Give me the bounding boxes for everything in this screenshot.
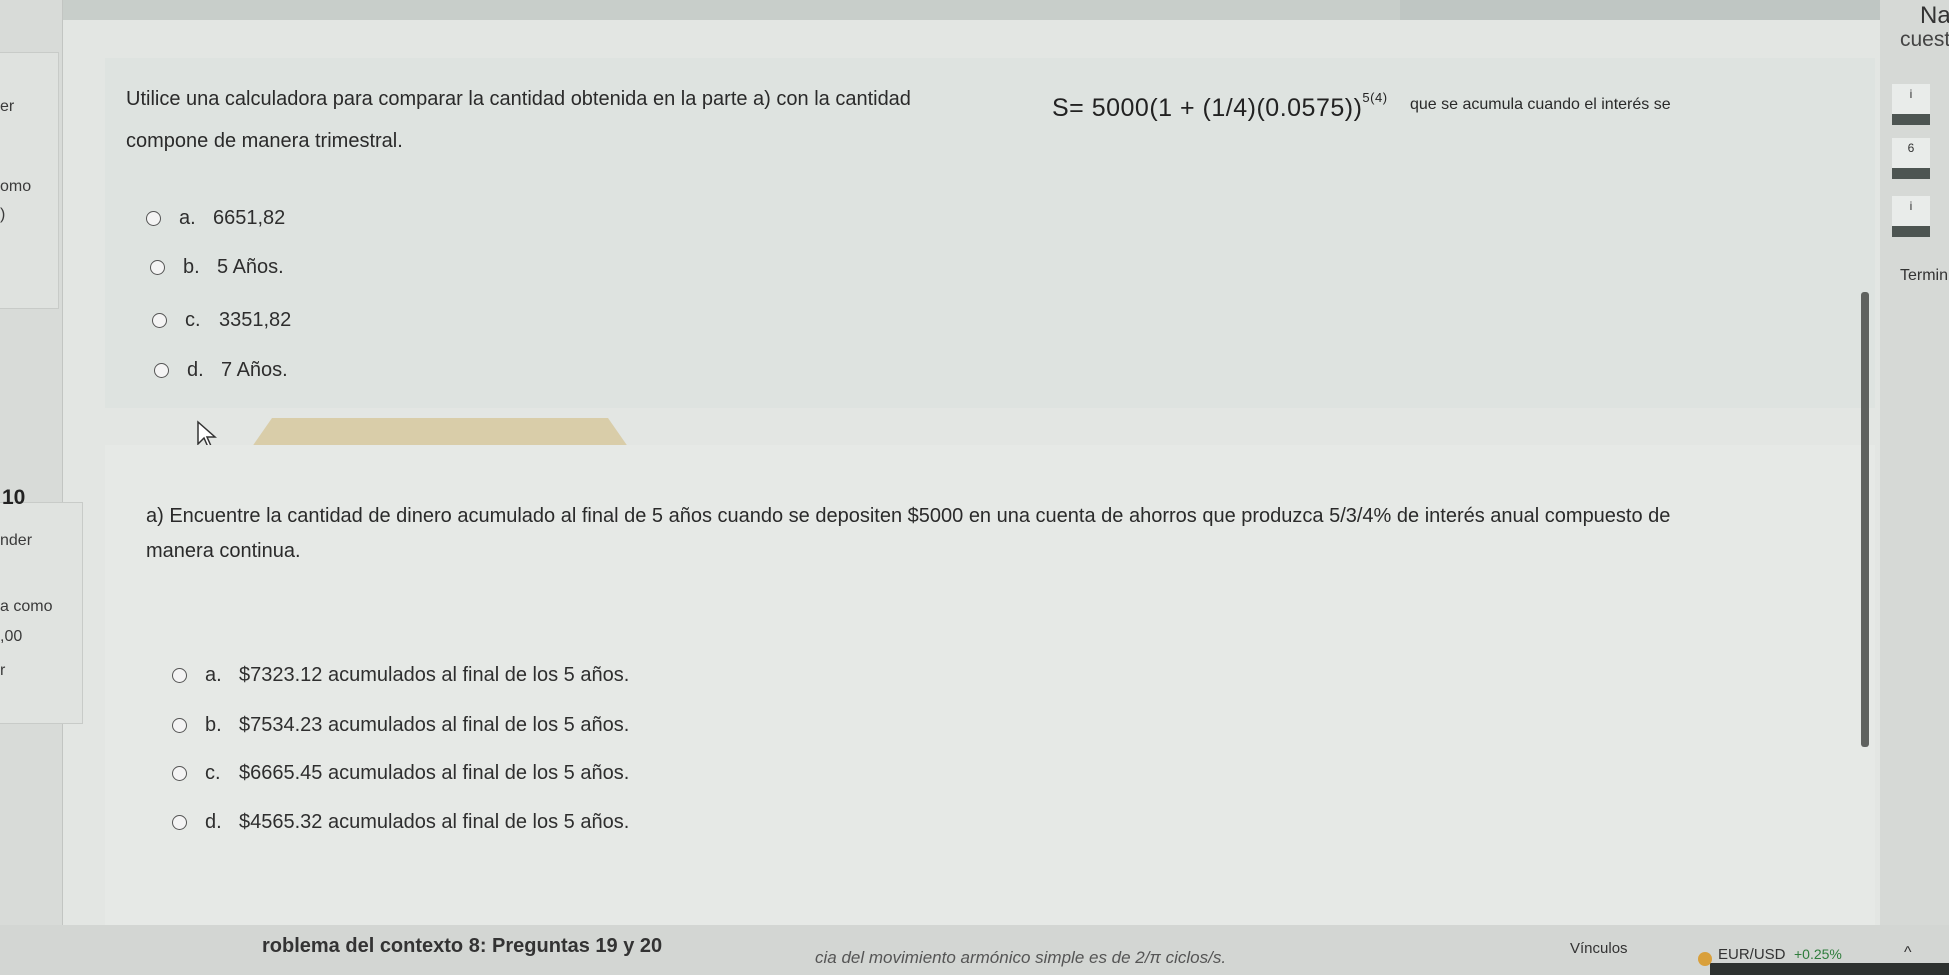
q9-option-d[interactable]: d. 7 Años. (154, 359, 288, 382)
option-text: 6651,82 (213, 207, 286, 229)
taskbar-dark-strip (1710, 963, 1949, 975)
chevron-up-icon[interactable]: ^ (1904, 944, 1912, 962)
q9-option-c[interactable]: c. 3351,82 (152, 309, 291, 332)
radio-button[interactable] (172, 815, 187, 830)
formula-exponent: 5(4) (1362, 90, 1388, 105)
q9-prompt-tail: que se acumula cuando el interés se (1410, 96, 1671, 113)
q10-option-d[interactable]: d. $4565.32 acumulados al final de los 5… (172, 811, 629, 834)
question-nav-button[interactable]: i (1892, 196, 1930, 237)
radio-button[interactable] (172, 766, 187, 781)
question-nav-button[interactable]: 6 (1892, 138, 1930, 179)
formula-body: S= 5000(1 + (1/4)(0.0575)) (1052, 94, 1363, 122)
option-text: 3351,82 (219, 309, 292, 331)
option-letter: a. (205, 664, 222, 686)
option-text: 7 Años. (221, 359, 288, 381)
option-text: $6665.45 acumulados al final de los 5 añ… (239, 762, 630, 784)
option-text: 5 Años. (217, 256, 284, 278)
left-fragment-paren: ) (0, 206, 6, 223)
q10-prompt-line1: a) Encuentre la cantidad de dinero acumu… (146, 505, 1671, 527)
radio-button[interactable] (146, 211, 161, 226)
left-fragment-r: r (0, 662, 6, 679)
top-band (0, 0, 1949, 22)
option-letter: d. (187, 359, 204, 381)
option-letter: b. (205, 714, 222, 736)
radio-button[interactable] (152, 313, 167, 328)
radio-button[interactable] (172, 718, 187, 733)
ticker-change: +0.25% (1794, 946, 1842, 962)
problem-context-heading: roblema del contexto 8: Preguntas 19 y 2… (262, 935, 663, 957)
option-letter: d. (205, 811, 222, 833)
radio-button[interactable] (150, 260, 165, 275)
quiz-navigation-title: Na (1920, 2, 1949, 29)
question-nav-button[interactable]: i (1892, 84, 1930, 125)
option-text: $4565.32 acumulados al final de los 5 añ… (239, 811, 630, 833)
radio-button[interactable] (172, 668, 187, 683)
q9-option-b[interactable]: b. 5 Años. (150, 256, 284, 279)
quiz-navigation-subtitle: cuest (1900, 28, 1949, 51)
currency-icon (1698, 952, 1712, 966)
top-strip (0, 0, 1400, 22)
q10-prompt-line2: manera continua. (146, 540, 301, 562)
left-fragment-er: er (0, 98, 15, 115)
option-text: $7534.23 acumulados al final de los 5 añ… (239, 714, 630, 736)
option-letter: b. (183, 256, 200, 278)
q9-prompt-line2: compone de manera trimestral. (126, 130, 403, 152)
left-fragment-00: ,00 (0, 628, 23, 645)
q10-option-c[interactable]: c. $6665.45 acumulados al final de los 5… (172, 762, 629, 785)
radio-button[interactable] (154, 363, 169, 378)
q10-option-a[interactable]: a. $7323.12 acumulados al final de los 5… (172, 664, 629, 687)
left-fragment-como: a como (0, 598, 53, 615)
q10-option-b[interactable]: b. $7534.23 acumulados al final de los 5… (172, 714, 629, 737)
ticker-symbol[interactable]: EUR/USD (1718, 946, 1786, 963)
option-letter: c. (205, 762, 221, 784)
option-text: $7323.12 acumulados al final de los 5 añ… (239, 664, 630, 686)
question-number: 10 (2, 486, 26, 509)
next-problem-text: cia del movimiento armónico simple es de… (815, 948, 1227, 967)
finish-attempt-link[interactable]: Termin (1900, 267, 1948, 285)
q9-prompt-line1: Utilice una calculadora para comparar la… (126, 88, 911, 110)
q9-formula: S= 5000(1 + (1/4)(0.0575))5(4) (1052, 90, 1388, 123)
scrollbar[interactable] (1861, 292, 1869, 747)
left-fragment-nder: nder (0, 532, 33, 549)
option-letter: a. (179, 207, 196, 229)
links-label[interactable]: Vínculos (1570, 940, 1628, 957)
q9-option-a[interactable]: a. 6651,82 (146, 207, 285, 230)
option-letter: c. (185, 309, 201, 331)
left-fragment-omo: omo (0, 178, 32, 195)
